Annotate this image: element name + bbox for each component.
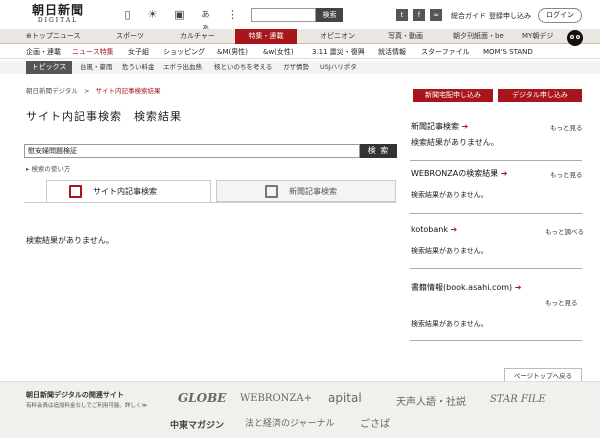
gnav-opinion[interactable]: オピニオン — [320, 29, 355, 44]
global-nav: ⊕トップニュース スポーツ カルチャー 特集・連載 オピニオン 写真・動画 朝夕… — [0, 29, 600, 44]
subnav-joshigumi[interactable]: 女子組 — [128, 45, 149, 59]
subnav-shopping[interactable]: ショッピング — [163, 45, 205, 59]
gnav-photo[interactable]: 写真・動画 — [388, 29, 423, 44]
delivery-signup-button[interactable]: 新聞宅配申し込み — [413, 89, 493, 102]
logo-sub: DIGITAL — [37, 17, 79, 24]
section-divider — [410, 268, 582, 269]
arrow-right-icon: ➔ — [514, 283, 522, 292]
login-button[interactable]: ログイン — [538, 8, 582, 23]
breadcrumb-current: サイト内記事検索結果 — [95, 87, 161, 95]
footer-title: 朝日新聞デジタルの関連サイト — [26, 391, 124, 399]
subnav-series[interactable]: 企画・連載 — [26, 45, 61, 59]
law-economy-journal-logo[interactable]: 法と経済のジャーナル — [245, 416, 335, 429]
search-button[interactable]: 検 索 — [360, 144, 397, 158]
breadcrumb: 朝日新聞デジタル > サイト内記事検索結果 — [26, 85, 160, 95]
news-search-section-label: 新聞記事検索 — [411, 122, 459, 131]
subnav-moms[interactable]: MOM'S STAND — [483, 45, 533, 59]
breadcrumb-home[interactable]: 朝日新聞デジタル — [26, 87, 78, 95]
gnav-culture[interactable]: カルチャー — [180, 29, 215, 44]
gnav-features[interactable]: 特集・連載 — [235, 29, 297, 44]
register-link[interactable]: 登録申し込み — [489, 11, 531, 21]
chuto-magazine-logo[interactable]: 中東マガジン — [170, 418, 224, 431]
starfile-logo[interactable]: STAR FILE — [490, 394, 546, 405]
subnav-and-m[interactable]: &M(男性) — [217, 45, 248, 59]
section-divider — [410, 340, 582, 341]
twitter-icon[interactable]: t — [396, 9, 408, 21]
books-section-title[interactable]: 書籍情報(book.asahi.com) ➔ — [411, 282, 521, 293]
digital-signup-button[interactable]: デジタル申し込み — [498, 89, 582, 102]
topic-item[interactable]: 台風・豪雨 — [80, 61, 113, 74]
mascot-icon — [567, 30, 583, 46]
arrow-right-icon: ➔ — [450, 225, 458, 234]
main-result-message: 検索結果がありません。 — [26, 236, 114, 245]
search-input[interactable]: 慰安婦問題検証 — [24, 144, 360, 158]
tenseijingo-logo[interactable]: 天声人語・社説 — [396, 393, 466, 408]
news-search-more-link[interactable]: もっと見る — [550, 122, 583, 132]
tv-icon[interactable]: ▣ — [173, 8, 186, 21]
topic-item[interactable]: エボラ出血熱 — [163, 61, 202, 74]
arrow-right-icon: ➔ — [500, 169, 508, 178]
gnav-top-news[interactable]: ⊕トップニュース — [26, 29, 81, 44]
grid-icon[interactable]: ⋮ — [226, 8, 239, 21]
arrow-right-icon: ➔ — [461, 122, 469, 131]
search-help-link[interactable]: ▸ 検索の使い方 — [26, 163, 70, 173]
subnav-starfile[interactable]: スターファイル — [421, 45, 470, 59]
globe-logo[interactable]: GLOBE — [178, 391, 226, 405]
gnav-papers[interactable]: 朝夕刊紙面・be — [453, 29, 504, 44]
kotobank-section-title[interactable]: kotobank ➔ — [411, 225, 457, 234]
search-help-label: 検索の使い方 — [31, 165, 71, 173]
webronza-logo[interactable]: WEBRONZA+ — [240, 393, 312, 404]
news-search-icon — [265, 185, 278, 198]
tab-news-search[interactable]: 新聞記事検索 — [216, 180, 396, 202]
books-result: 検索結果がありません。 — [411, 320, 488, 328]
webronza-section-label: WEBRONZAの検索結果 — [411, 169, 499, 178]
webronza-more-link[interactable]: もっと見る — [550, 169, 583, 179]
news-search-result: 検索結果がありません。 — [411, 138, 499, 147]
kotobank-more-link[interactable]: もっと調べる — [545, 226, 584, 236]
tab-site-search-label: サイト内記事検索 — [93, 187, 157, 196]
header-search-input[interactable] — [251, 8, 316, 22]
tab-news-search-label: 新聞記事検索 — [289, 187, 337, 196]
topic-item[interactable]: 核といのちを考える — [214, 61, 272, 74]
page-title: サイト内記事検索 検索結果 — [26, 110, 182, 123]
subnav-news-special[interactable]: ニュース特集 — [72, 45, 114, 59]
subnav-jobs[interactable]: 就活情報 — [378, 45, 406, 59]
gnav-my[interactable]: MY朝デジ — [522, 29, 553, 44]
webronza-section-title[interactable]: WEBRONZAの検索結果 ➔ — [411, 168, 508, 179]
facebook-icon[interactable]: f — [413, 9, 425, 21]
subnav-disaster[interactable]: 3.11 震災・復興 — [312, 45, 365, 59]
aa-icon[interactable]: あぁ — [199, 8, 212, 32]
header-search-button[interactable]: 検索 — [316, 8, 343, 22]
books-section-label: 書籍情報(book.asahi.com) — [411, 283, 513, 292]
footer-note[interactable]: 有料会員は追加料金なしでご利用可能。詳しく≫ — [26, 401, 147, 409]
gnav-sports[interactable]: スポーツ — [116, 29, 144, 44]
section-divider — [410, 160, 582, 161]
news-search-section-title[interactable]: 新聞記事検索 ➔ — [411, 121, 468, 132]
rss-icon[interactable]: ≈ — [430, 9, 442, 21]
breadcrumb-separator: > — [83, 87, 90, 95]
topic-item[interactable]: USJハリポタ — [320, 61, 357, 74]
webronza-result: 検索結果がありません。 — [411, 191, 488, 199]
topics-label: トピックス — [26, 61, 72, 74]
tab-divider — [24, 202, 397, 203]
section-divider — [410, 213, 582, 214]
logo-main: 朝日新聞 — [31, 3, 84, 17]
tab-site-search[interactable]: サイト内記事検索 — [46, 180, 211, 202]
books-more-link[interactable]: もっと見る — [545, 297, 578, 307]
apital-logo[interactable]: apital — [328, 391, 362, 405]
gosapa-logo[interactable]: ごさぱ — [360, 415, 390, 430]
weather-icon[interactable]: ☀ — [146, 8, 159, 21]
topic-item[interactable]: ガザ情勢 — [283, 61, 309, 74]
subnav-and-w[interactable]: &w(女性) — [263, 45, 294, 59]
guide-link[interactable]: 総合ガイド — [451, 11, 486, 21]
top-bar: 朝日新聞 DIGITAL ▯ ☀ ▣ あぁ ⋮ 検索 t f ≈ 総合ガイド 登… — [0, 0, 600, 32]
mobile-icon[interactable]: ▯ — [121, 8, 134, 21]
sub-nav: 企画・連載 ニュース特集 女子組 ショッピング &M(男性) &w(女性) 3.… — [0, 45, 600, 59]
kotobank-result: 検索結果がありません。 — [411, 247, 488, 255]
site-search-icon — [69, 185, 82, 198]
kotobank-section-label: kotobank — [411, 225, 448, 234]
site-logo[interactable]: 朝日新聞 DIGITAL — [26, 4, 90, 26]
topic-item[interactable]: 危うい料金 — [122, 61, 155, 74]
